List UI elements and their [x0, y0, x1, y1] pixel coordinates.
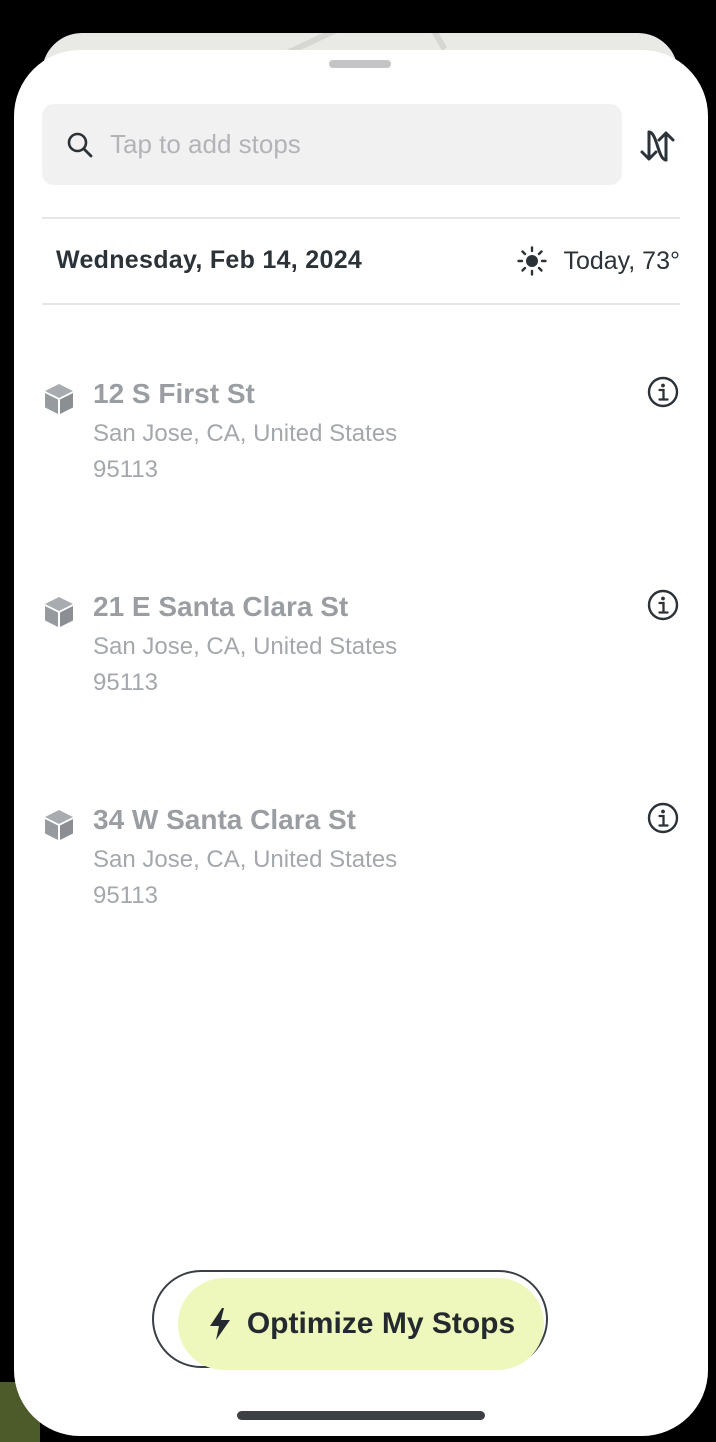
- optimize-stops-button[interactable]: Optimize My Stops: [178, 1278, 544, 1370]
- reverse-route-button[interactable]: [638, 124, 678, 168]
- stop-postal-code: 95113: [93, 882, 158, 909]
- stop-item[interactable]: 12 S First St San Jose, CA, United State…: [42, 375, 680, 508]
- bolt-icon: [209, 1308, 230, 1340]
- stop-title: 21 E Santa Clara St: [93, 591, 349, 622]
- home-indicator[interactable]: [237, 1411, 485, 1420]
- bottom-sheet: Tap to add stops Wednesday, Feb 14, 2024…: [14, 50, 708, 1436]
- stop-info-button[interactable]: [646, 588, 680, 622]
- optimize-stops-label: Optimize My Stops: [246, 1307, 516, 1340]
- swap-arrows-icon: [640, 130, 675, 162]
- info-icon: [647, 376, 679, 408]
- stop-address-line: San Jose, CA, United States: [93, 420, 398, 447]
- package-icon: [45, 810, 73, 840]
- weather-info: Today, 73°: [517, 246, 680, 276]
- search-input[interactable]: Tap to add stops: [110, 129, 301, 160]
- stop-address-line: San Jose, CA, United States: [93, 633, 398, 660]
- search-icon: [67, 132, 93, 157]
- stop-postal-code: 95113: [93, 456, 158, 483]
- stop-item[interactable]: 21 E Santa Clara St San Jose, CA, United…: [42, 588, 680, 721]
- stop-info-button[interactable]: [646, 801, 680, 835]
- stop-postal-code: 95113: [93, 669, 158, 696]
- route-date: Wednesday, Feb 14, 2024: [56, 246, 363, 274]
- info-icon: [647, 802, 679, 834]
- divider: [42, 303, 680, 305]
- stop-item[interactable]: 34 W Santa Clara St San Jose, CA, United…: [42, 801, 680, 934]
- divider: [42, 217, 680, 219]
- sheet-grabber[interactable]: [329, 60, 391, 68]
- package-icon: [45, 384, 73, 414]
- package-icon: [45, 597, 73, 627]
- sun-icon: [517, 246, 548, 276]
- stop-title: 34 W Santa Clara St: [93, 804, 356, 835]
- stop-title: 12 S First St: [93, 378, 255, 409]
- info-icon: [647, 589, 679, 621]
- stop-info-button[interactable]: [646, 375, 680, 409]
- weather-label: Today, 73°: [563, 246, 680, 275]
- stop-address-line: San Jose, CA, United States: [93, 846, 398, 873]
- search-bar[interactable]: Tap to add stops: [42, 104, 622, 185]
